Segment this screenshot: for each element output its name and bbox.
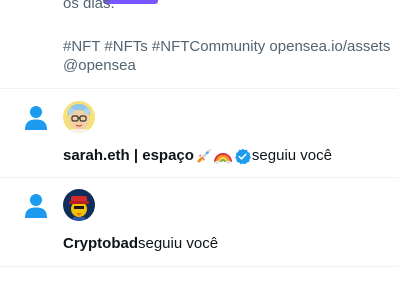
avatar-image [63,189,95,221]
follow-notification-cell[interactable]: Cryptobad seguiu você [0,178,398,267]
follow-notification-cell[interactable]: sarah.eth | espaço seguiu você [0,89,398,178]
avatar-image [63,101,95,133]
tweet-hashtags-link[interactable]: #NFT #NFTs #NFTCommunity opensea.io/asse… [63,37,390,57]
user-name-link[interactable]: Cryptobad [63,234,138,254]
avatar[interactable] [63,101,95,133]
notification-text: Cryptobad seguiu você [63,234,218,254]
rocket-emoji-icon [197,148,212,163]
tweet-notification-cell[interactable]: os dias. #NFT #NFTs #NFTCommunity opense… [0,0,398,89]
verified-badge-icon [235,148,251,164]
tweet-text-line: os dias. [63,0,115,12]
notifications-timeline: os dias. #NFT #NFTs #NFTCommunity opense… [0,0,398,290]
notification-text: sarah.eth | espaço seguiu você [63,146,332,166]
avatar[interactable] [63,189,95,221]
person-icon [25,194,47,218]
follow-action-text: seguiu você [138,235,219,252]
person-icon [25,106,47,130]
tweet-mention-link[interactable]: @opensea [63,56,136,76]
rainbow-emoji-icon [213,153,232,165]
user-name-link[interactable]: sarah.eth | espaço [63,146,194,166]
follow-action-text: seguiu você [251,147,332,164]
